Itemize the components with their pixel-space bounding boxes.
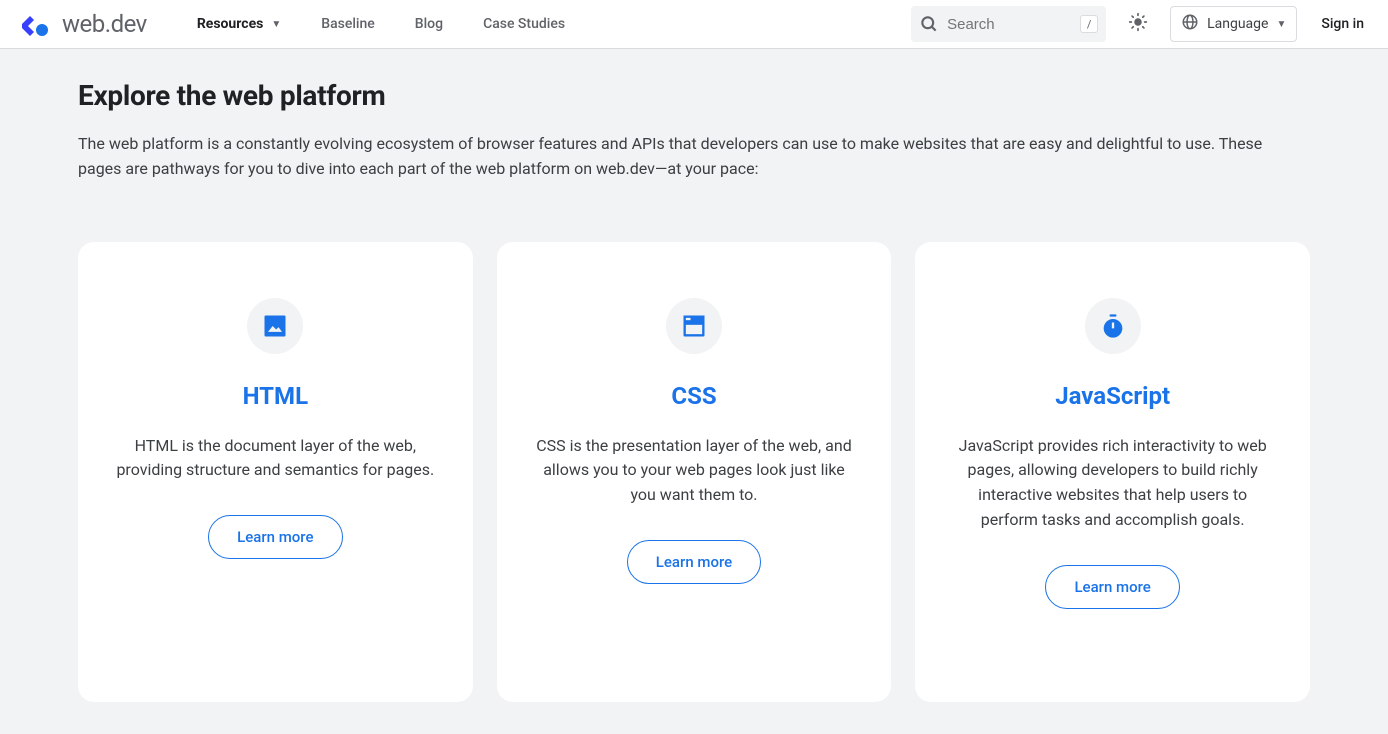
main-content: Explore the web platform The web platfor… [0,49,1388,702]
globe-icon [1181,13,1199,35]
card-description: HTML is the document layer of the web, p… [114,434,437,484]
nav-case-studies[interactable]: Case Studies [463,0,585,48]
search-shortcut-badge: / [1080,15,1098,33]
section-title: Explore the web platform [78,79,1310,112]
learn-more-button[interactable]: Learn more [208,515,342,559]
nav-baseline[interactable]: Baseline [301,0,395,48]
chevron-down-icon: ▼ [271,19,281,30]
language-label: Language [1207,16,1268,32]
search-input[interactable] [947,16,1072,33]
learn-more-button[interactable]: Learn more [1045,565,1179,609]
image-icon [247,298,303,354]
logo-group[interactable]: web.dev [16,6,147,42]
section-description: The web platform is a constantly evolvin… [78,132,1278,182]
logo-text: web.dev [62,10,147,38]
nav-resources[interactable]: Resources ▼ [177,0,301,48]
logo-icon [16,6,52,42]
chevron-down-icon: ▼ [1276,19,1286,30]
nav-item-label: Case Studies [483,16,565,32]
theme-toggle[interactable] [1118,4,1158,44]
learn-more-button[interactable]: Learn more [627,540,761,584]
timer-icon [1085,298,1141,354]
card-title[interactable]: CSS [671,382,716,410]
cards-grid: HTML HTML is the document layer of the w… [78,242,1310,702]
nav-blog[interactable]: Blog [395,0,463,48]
card-description: CSS is the presentation layer of the web… [533,434,856,508]
web-icon [666,298,722,354]
language-selector[interactable]: Language ▼ [1170,6,1297,42]
nav-item-label: Baseline [321,16,375,32]
card-title[interactable]: JavaScript [1055,382,1170,410]
card-javascript: JavaScript JavaScript provides rich inte… [915,242,1310,702]
card-css: CSS CSS is the presentation layer of the… [497,242,892,702]
site-header: web.dev Resources ▼ Baseline Blog Case S… [0,0,1388,49]
signin-button[interactable]: Sign in [1321,16,1364,32]
card-description: JavaScript provides rich interactivity t… [951,434,1274,533]
card-html: HTML HTML is the document layer of the w… [78,242,473,702]
card-title[interactable]: HTML [243,382,308,410]
search-icon [919,14,939,34]
primary-nav: Resources ▼ Baseline Blog Case Studies [177,0,585,48]
search-box[interactable]: / [911,6,1106,42]
nav-item-label: Blog [415,16,443,32]
nav-item-label: Resources [197,16,264,32]
sun-icon [1128,12,1148,36]
